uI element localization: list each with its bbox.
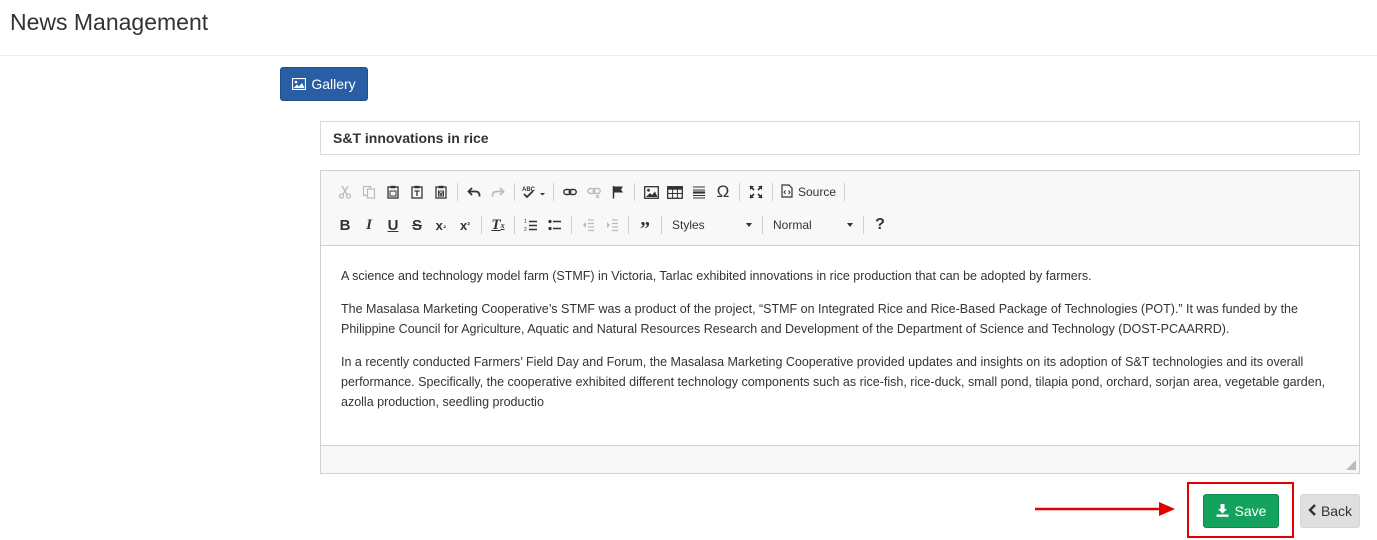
toolbar-separator — [571, 216, 572, 234]
chevron-down-icon — [746, 223, 752, 227]
maximize-icon[interactable] — [744, 180, 768, 204]
save-button-label: Save — [1234, 503, 1267, 519]
content-paragraph: A science and technology model farm (STM… — [341, 269, 1092, 283]
undo-icon[interactable] — [462, 180, 486, 204]
back-button[interactable]: Back — [1300, 494, 1360, 528]
toolbar-separator — [772, 183, 773, 201]
toolbar-separator — [739, 183, 740, 201]
content-paragraph: The Masalasa Marketing Cooperative’s STM… — [341, 302, 1298, 336]
redo-icon[interactable] — [486, 180, 510, 204]
toolbar-separator — [628, 216, 629, 234]
paste-icon[interactable] — [381, 180, 405, 204]
styles-label: Styles — [672, 218, 705, 232]
svg-text:1: 1 — [524, 219, 527, 225]
toolbar-separator — [514, 183, 515, 201]
source-button[interactable]: Source — [777, 180, 840, 204]
editor-content[interactable]: A science and technology model farm (STM… — [321, 246, 1359, 446]
horizontal-line-icon[interactable] — [687, 180, 711, 204]
source-label: Source — [798, 185, 837, 199]
toolbar-separator — [457, 183, 458, 201]
page-header: News Management — [0, 0, 1377, 56]
toolbar-separator — [762, 216, 763, 234]
help-icon[interactable]: ? — [868, 213, 892, 237]
chevron-left-icon — [1308, 503, 1317, 519]
toolbar-separator — [481, 216, 482, 234]
spellcheck-icon[interactable]: ABC — [519, 180, 549, 204]
editor-toolbar: ABC Ω Source B I U S x ₂ x ² T x 1 2 ” S… — [321, 171, 1359, 246]
svg-text:ABC: ABC — [522, 187, 536, 193]
annotation-arrow-icon — [1035, 502, 1175, 516]
special-char-icon[interactable]: Ω — [711, 180, 735, 204]
outdent-icon[interactable] — [576, 213, 600, 237]
numbered-list-icon[interactable]: 12 — [519, 213, 543, 237]
format-dropdown[interactable]: Normal — [767, 214, 859, 236]
download-icon — [1216, 503, 1229, 520]
svg-text:2: 2 — [524, 227, 527, 232]
back-button-label: Back — [1320, 503, 1353, 519]
gallery-button-label: Gallery — [311, 76, 356, 92]
toolbar-separator — [661, 216, 662, 234]
toolbar-separator — [844, 183, 846, 201]
anchor-flag-icon[interactable] — [606, 180, 630, 204]
paste-text-icon[interactable] — [405, 180, 429, 204]
remove-format-icon[interactable]: Tx — [486, 213, 510, 237]
toolbar-separator — [863, 216, 864, 234]
copy-icon[interactable] — [357, 180, 381, 204]
content-paragraph: In a recently conducted Farmers’ Field D… — [341, 355, 1326, 409]
toolbar-row-1: ABC Ω Source — [333, 180, 849, 204]
subscript-icon[interactable]: x₂ — [429, 213, 453, 237]
underline-icon[interactable]: U — [381, 213, 405, 237]
image-icon — [292, 78, 307, 90]
table-icon[interactable] — [663, 180, 687, 204]
styles-dropdown[interactable]: Styles — [666, 214, 758, 236]
toolbar-separator — [553, 183, 554, 201]
resize-handle-icon[interactable] — [1346, 460, 1356, 470]
page-title: News Management — [10, 9, 209, 35]
rich-text-editor: ABC Ω Source B I U S x ₂ x ² T x 1 2 ” S… — [320, 170, 1360, 474]
toolbar-separator — [634, 183, 635, 201]
format-label: Normal — [773, 218, 812, 232]
italic-icon[interactable]: I — [357, 213, 381, 237]
save-button[interactable]: Save — [1203, 494, 1279, 528]
toolbar-row-2: B I U S x₂ x² Tx 12 ” Styles Normal ? — [333, 213, 892, 240]
blockquote-icon[interactable]: ” — [633, 213, 657, 240]
unlink-icon[interactable] — [582, 180, 606, 204]
link-icon[interactable] — [558, 180, 582, 204]
toolbar-separator — [514, 216, 515, 234]
news-title-input[interactable] — [320, 121, 1360, 155]
paste-word-icon[interactable] — [429, 180, 453, 204]
chevron-down-icon — [847, 223, 853, 227]
superscript-icon[interactable]: x² — [453, 213, 477, 237]
bulleted-list-icon[interactable] — [543, 213, 567, 237]
cut-icon[interactable] — [333, 180, 357, 204]
gallery-button[interactable]: Gallery — [280, 67, 368, 101]
image-icon[interactable] — [639, 180, 663, 204]
editor-status-bar — [321, 445, 1359, 473]
strike-icon[interactable]: S — [405, 213, 429, 237]
source-icon — [781, 183, 793, 201]
bold-icon[interactable]: B — [333, 213, 357, 237]
indent-icon[interactable] — [600, 213, 624, 237]
